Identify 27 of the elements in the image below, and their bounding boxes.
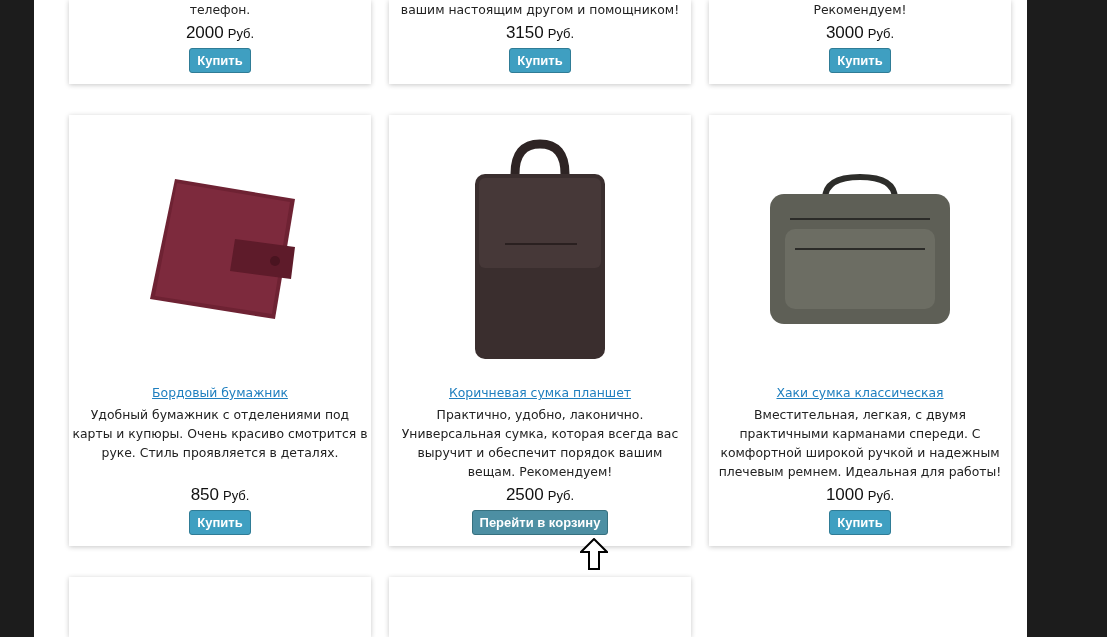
- product-description: телефон.: [189, 1, 251, 19]
- product-description: Рекомендуем!: [813, 1, 907, 19]
- currency-label: Руб.: [547, 488, 575, 503]
- currency-label: Руб.: [547, 26, 575, 41]
- price-value: 1000: [825, 485, 864, 504]
- product-description: Вместительная, легкая, с двумя практичными карманами спереди. С комфортной широкой ручкой и надежным плечевым ремнем. Идеальная для работы!: [717, 406, 1003, 481]
- currency-label: Руб.: [223, 488, 250, 503]
- price-value: 850: [190, 485, 219, 504]
- price-value: 3150: [505, 23, 544, 42]
- product-description: Практично, удобно, лаконично. Универсальная сумка, которая всегда вас выручит и обеспечит порядок вашим вещам. Рекомендуем!: [400, 406, 680, 481]
- product-description: вашим настоящим другом и помощником!: [400, 1, 680, 19]
- currency-label: Руб.: [227, 26, 255, 41]
- product-title-link[interactable]: Хаки сумка классическая: [776, 383, 944, 402]
- product-description: Удобный бумажник с отделениями под карты и купюры. Очень красиво смотрится в руке. Стиль проявляется в деталях.: [72, 406, 368, 462]
- buy-button[interactable]: Купить: [829, 48, 891, 73]
- currency-label: Руб.: [867, 488, 895, 503]
- product-title-link[interactable]: Коричневая сумка планшет: [449, 383, 631, 402]
- buy-button[interactable]: Купить: [509, 48, 571, 73]
- currency-label: Руб.: [867, 26, 895, 41]
- price-value: 2000: [185, 23, 224, 42]
- buy-button[interactable]: Купить: [189, 48, 251, 73]
- buy-button[interactable]: Купить: [189, 510, 251, 535]
- buy-button[interactable]: Купить: [829, 510, 891, 535]
- product-title-link[interactable]: Бордовый бумажник: [152, 383, 288, 402]
- price-value: 3000: [825, 23, 864, 42]
- go-to-cart-button[interactable]: Перейти в корзину: [471, 510, 609, 535]
- price-value: 2500: [505, 485, 544, 504]
